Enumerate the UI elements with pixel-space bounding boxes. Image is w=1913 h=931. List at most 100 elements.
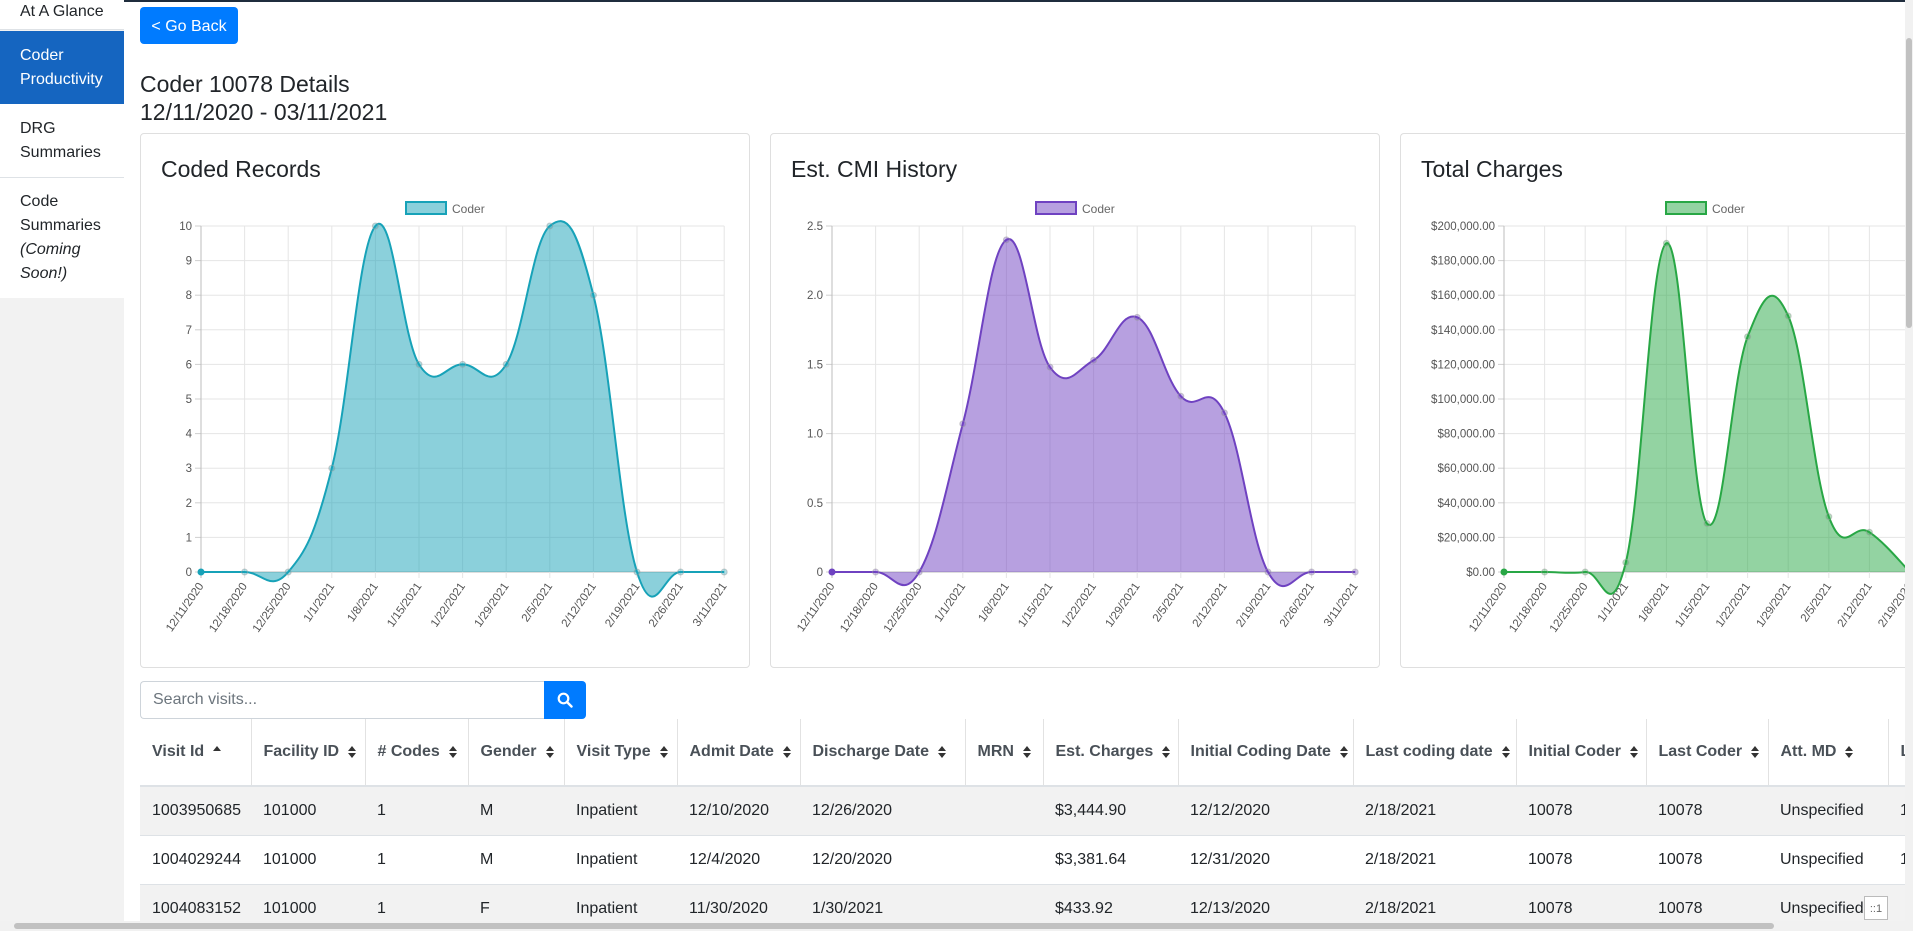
- column-header[interactable]: Initial Coding Date: [1178, 719, 1354, 787]
- y-tick-label: 4: [186, 429, 193, 441]
- sort-icon: [545, 745, 554, 758]
- column-header[interactable]: Att. MD: [1768, 719, 1889, 787]
- data-point[interactable]: [677, 568, 685, 576]
- data-point[interactable]: [828, 568, 836, 576]
- data-point[interactable]: [959, 420, 967, 428]
- table-cell: M: [468, 785, 564, 836]
- table-row[interactable]: 1003950685 101000 1 M Inpatient 12/10/2020 12/…: [140, 785, 1913, 836]
- y-tick-label: $60,000.00: [1437, 463, 1495, 475]
- sidebar-item-coder-productivity[interactable]: Coder Productivity: [0, 31, 124, 104]
- coder-title: Coder 10078 Details: [140, 71, 350, 97]
- data-point[interactable]: [915, 568, 923, 576]
- data-point[interactable]: [1351, 568, 1359, 576]
- column-header-label: Last Coder: [1658, 743, 1743, 760]
- data-point[interactable]: [1133, 313, 1141, 321]
- x-tick-label: 2/12/2021: [560, 581, 599, 630]
- legend-label: Coder: [452, 202, 485, 216]
- table-row[interactable]: 1004083152 101000 1 F Inpatient 11/30/2020 1/3…: [140, 884, 1913, 921]
- x-tick-label: 12/18/2020: [1507, 581, 1550, 635]
- x-tick-label: 1/15/2021: [385, 581, 424, 630]
- column-header[interactable]: # Codes: [365, 719, 469, 787]
- table-cell: Unspecified: [1768, 785, 1888, 836]
- data-point[interactable]: [415, 360, 423, 368]
- chart-legend[interactable]: Coder: [1035, 201, 1115, 216]
- data-point[interactable]: [371, 222, 379, 230]
- column-header[interactable]: Visit Id: [140, 719, 252, 787]
- legend-swatch: [1035, 201, 1077, 215]
- y-tick-label: 2: [186, 498, 192, 510]
- data-point[interactable]: [241, 568, 249, 576]
- data-point[interactable]: [1308, 568, 1316, 576]
- data-point[interactable]: [1541, 568, 1549, 576]
- column-header[interactable]: Est. Charges: [1043, 719, 1179, 787]
- column-header[interactable]: Last coding date: [1353, 719, 1517, 787]
- data-point[interactable]: [1622, 558, 1630, 566]
- search-input[interactable]: [140, 681, 544, 719]
- data-point[interactable]: [1744, 333, 1752, 341]
- vertical-scrollbar-thumb[interactable]: [1906, 38, 1912, 328]
- column-header-label: Att. MD: [1780, 743, 1837, 760]
- column-header-label: Visit Type: [576, 743, 651, 760]
- data-point[interactable]: [589, 291, 597, 299]
- data-point[interactable]: [1090, 356, 1098, 364]
- y-tick-label: 0.5: [807, 498, 823, 510]
- x-tick-label: 1/29/2021: [1103, 581, 1142, 630]
- data-point[interactable]: [1220, 409, 1228, 417]
- data-point[interactable]: [197, 568, 205, 576]
- column-header[interactable]: MRN: [965, 719, 1044, 787]
- x-tick-label: 1/1/2021: [302, 581, 338, 625]
- go-back-button[interactable]: < Go Back: [140, 7, 238, 44]
- y-tick-label: $40,000.00: [1437, 498, 1495, 510]
- column-header[interactable]: Initial Coder: [1516, 719, 1647, 787]
- data-point[interactable]: [1784, 312, 1792, 320]
- data-point[interactable]: [633, 568, 641, 576]
- y-tick-label: 10: [179, 221, 192, 233]
- column-header[interactable]: Gender: [468, 719, 565, 787]
- table-cell: 101000: [251, 884, 365, 921]
- data-point[interactable]: [328, 464, 336, 472]
- data-point[interactable]: [1581, 568, 1589, 576]
- total-charges-chart: Coder $0.00 $20,000.00 $40,000.00 $60,000.00…: [1431, 201, 1913, 635]
- data-point[interactable]: [1046, 363, 1054, 371]
- data-point[interactable]: [1865, 528, 1873, 536]
- data-point[interactable]: [502, 360, 510, 368]
- data-point[interactable]: [459, 360, 467, 368]
- sort-icon: [348, 745, 357, 758]
- y-tick-label: $140,000.00: [1431, 325, 1495, 337]
- chart-legend[interactable]: Coder: [1665, 201, 1745, 216]
- y-tick-label: $180,000.00: [1431, 256, 1495, 268]
- sidebar-item-code-summaries[interactable]: Code Summaries (Coming Soon!): [0, 178, 124, 298]
- data-point[interactable]: [720, 568, 728, 576]
- sidebar-item-drg-summaries[interactable]: DRG Summaries: [0, 104, 124, 178]
- column-header[interactable]: Discharge Date: [800, 719, 966, 787]
- data-point[interactable]: [1703, 520, 1711, 528]
- data-point[interactable]: [1002, 236, 1010, 244]
- horizontal-scrollbar-thumb[interactable]: [14, 923, 1774, 929]
- chart-legend[interactable]: Coder: [405, 201, 485, 216]
- data-point[interactable]: [1825, 513, 1833, 521]
- table-cell: 1003950685: [140, 785, 251, 836]
- table-cell: 12/26/2020: [800, 785, 965, 836]
- column-header[interactable]: Visit Type: [564, 719, 678, 787]
- x-tick-label: 12/25/2020: [251, 581, 294, 635]
- data-point[interactable]: [1500, 568, 1508, 576]
- data-point[interactable]: [872, 568, 880, 576]
- table-cell: 10078: [1646, 785, 1768, 836]
- table-row[interactable]: 1004029244 101000 1 M Inpatient 12/4/2020 12/2…: [140, 835, 1913, 885]
- data-point[interactable]: [284, 568, 292, 576]
- column-header[interactable]: Facility ID: [251, 719, 366, 787]
- sort-icon: [1629, 745, 1638, 758]
- table-cell: 2/18/2021: [1353, 835, 1516, 885]
- resize-handle[interactable]: ::1: [1864, 896, 1888, 920]
- data-point[interactable]: [1264, 568, 1272, 576]
- table-cell: 11/30/2020: [677, 884, 800, 921]
- column-header[interactable]: Admit Date: [677, 719, 801, 787]
- table-header-row: Visit Id Facility ID # Codes Gender Visit Ty…: [140, 719, 1913, 787]
- data-point[interactable]: [1177, 392, 1185, 400]
- sidebar-item-label: Coder Productivity: [20, 47, 103, 88]
- sidebar-item-at-a-glance[interactable]: At A Glance: [0, 0, 124, 30]
- data-point[interactable]: [546, 222, 554, 230]
- column-header[interactable]: Last Coder: [1646, 719, 1769, 787]
- search-button[interactable]: [544, 681, 586, 719]
- data-point[interactable]: [1662, 239, 1670, 247]
